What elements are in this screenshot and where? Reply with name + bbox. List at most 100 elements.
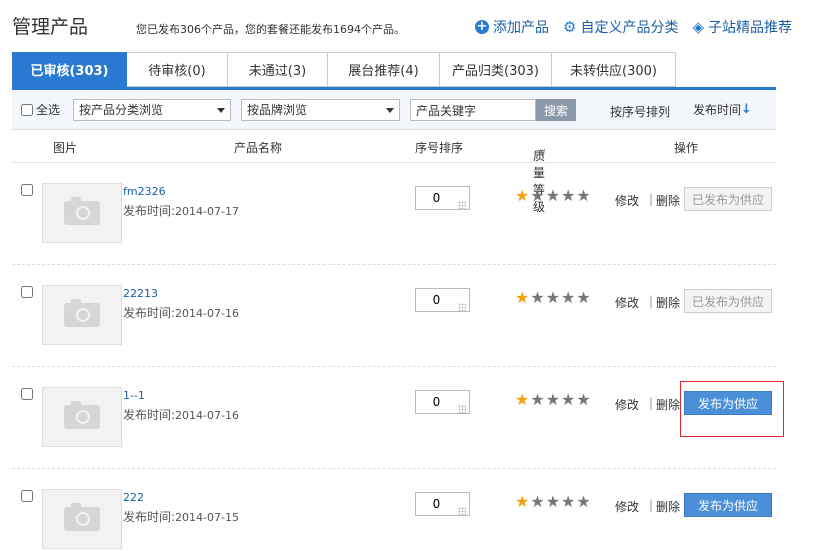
keyword-input[interactable] (410, 99, 536, 121)
star-icon: ★ (545, 492, 561, 511)
col-seq: 序号排序 (415, 141, 464, 155)
product-thumbnail[interactable] (42, 183, 122, 243)
action-separator: | (649, 192, 654, 206)
tab-not-supply[interactable]: 未转供应(300) (552, 52, 676, 87)
category-dropdown[interactable]: 按产品分类浏览 (73, 99, 231, 121)
quality-stars: ★ ★ ★ ★ ★ (515, 392, 591, 408)
row-checkbox[interactable] (21, 490, 33, 502)
star-icon: ★ (545, 390, 561, 409)
delete-link[interactable]: 删除 (656, 192, 680, 209)
star-icon: ★ (576, 288, 591, 307)
quality-stars: ★ ★ ★ ★ ★ (515, 494, 591, 510)
featured-link[interactable]: ◈ 子站精品推荐 (692, 17, 792, 37)
edit-link[interactable]: 修改 (615, 396, 639, 413)
product-thumbnail[interactable] (42, 387, 122, 447)
custom-category-label: 自定义产品分类 (580, 20, 679, 36)
publish-summary: 您已发布306个产品，您的套餐还能发布1694个产品。 (136, 23, 405, 36)
camera-icon (64, 503, 100, 531)
publish-date-value: 2014-07-16 (175, 409, 239, 422)
row-checkbox[interactable] (21, 286, 33, 298)
star-icon: ★ (545, 186, 561, 205)
star-icon: ★ (561, 186, 576, 205)
add-product-label: 添加产品 (493, 20, 549, 36)
tab-classify[interactable]: 产品归类(303) (440, 52, 552, 87)
action-separator: | (649, 498, 654, 512)
publish-supply-button[interactable]: 已发布为供应 (684, 187, 772, 211)
camera-icon (64, 401, 100, 429)
publish-date: 发布时间:2014-07-16 (123, 406, 239, 423)
category-dropdown-label: 按产品分类浏览 (79, 103, 164, 117)
star-icon: ★ (576, 186, 591, 205)
publish-date-label: 发布时间: (123, 204, 176, 218)
col-action: 操作 (674, 141, 699, 155)
plus-circle-icon: + (475, 19, 489, 34)
tab-showcase[interactable]: 展台推荐(4) (328, 52, 440, 87)
brand-dropdown[interactable]: 按品牌浏览 (241, 99, 400, 121)
featured-label: 子站精品推荐 (708, 20, 792, 36)
star-icon: ★ (515, 492, 530, 511)
select-all-checkbox[interactable] (21, 103, 33, 116)
star-icon: ★ (515, 288, 530, 307)
edit-link[interactable]: 修改 (615, 192, 639, 209)
product-thumbnail[interactable] (42, 285, 122, 345)
chevron-down-icon: ∨ (539, 147, 547, 158)
sort-by-time[interactable]: 发布时间 ↓ (693, 101, 752, 118)
status-tabs: 已审核(303) 待审核(0) 未通过(3) 展台推荐(4) 产品归类(303)… (12, 52, 690, 87)
row-checkbox[interactable] (21, 388, 33, 400)
delete-link[interactable]: 删除 (656, 294, 680, 311)
add-product-link[interactable]: + 添加产品 (475, 17, 549, 37)
tab-approved[interactable]: 已审核(303) (12, 52, 127, 87)
tab-pending[interactable]: 待审核(0) (127, 52, 228, 87)
product-name-link[interactable]: 222 (123, 491, 144, 504)
edit-link[interactable]: 修改 (615, 294, 639, 311)
publish-supply-button[interactable]: 已发布为供应 (684, 289, 772, 313)
star-icon: ★ (576, 390, 591, 409)
star-icon: ★ (561, 288, 576, 307)
quality-stars: ★ ★ ★ ★ ★ (515, 188, 591, 204)
brand-dropdown-label: 按品牌浏览 (247, 103, 308, 117)
publish-date-label: 发布时间: (123, 306, 176, 320)
star-icon: ★ (515, 186, 530, 205)
select-all-label: 全选 (36, 103, 61, 117)
quality-stars: ★ ★ ★ ★ ★ (515, 290, 591, 306)
caret-down-icon (217, 108, 225, 113)
star-icon: ★ (561, 492, 576, 511)
star-icon: ★ (561, 390, 576, 409)
table-row: fm2326 发布时间:2014-07-17 ★★★★★ 修改 | 删除 已发布… (12, 163, 776, 265)
star-icon: ★ (530, 186, 545, 205)
delete-link[interactable]: 删除 (656, 498, 680, 515)
publish-date-value: 2014-07-16 (175, 307, 239, 320)
edit-link[interactable]: 修改 (615, 498, 639, 515)
grip-icon (458, 507, 466, 515)
table-row: 222 发布时间:2014-07-15 ★★★★★ 修改 | 删除 发布为供应 (12, 469, 776, 551)
publish-date: 发布时间:2014-07-17 (123, 202, 239, 219)
select-all[interactable]: 全选 (21, 101, 60, 118)
star-icon: ★ (515, 390, 530, 409)
page-header: 管理产品 您已发布306个产品，您的套餐还能发布1694个产品。 + 添加产品 … (12, 12, 792, 42)
col-image: 图片 (53, 141, 78, 155)
delete-link[interactable]: 删除 (656, 396, 680, 413)
star-icon: ★ (530, 390, 545, 409)
table-row: 22213 发布时间:2014-07-16 ★★★★★ 修改 | 删除 已发布为… (12, 265, 776, 367)
action-separator: | (649, 294, 654, 308)
action-separator: | (649, 396, 654, 410)
star-icon: ★ (530, 492, 545, 511)
row-checkbox[interactable] (21, 184, 33, 196)
sort-by-seq[interactable]: 按序号排列 (610, 103, 670, 120)
product-thumbnail[interactable] (42, 489, 122, 549)
table-header: 图片 产品名称 序号排序 质量等级 ∨ 操作 (12, 131, 776, 214)
custom-category-link[interactable]: ⚙ 自定义产品分类 (563, 17, 678, 37)
highlight-annotation (680, 381, 784, 437)
publish-date-value: 2014-07-15 (175, 511, 239, 524)
product-name-link[interactable]: fm2326 (123, 185, 166, 198)
page-title: 管理产品 (12, 16, 89, 38)
product-name-link[interactable]: 22213 (123, 287, 158, 300)
tab-rejected[interactable]: 未通过(3) (228, 52, 328, 87)
product-name-link[interactable]: 1--1 (123, 389, 145, 402)
star-icon: ★ (530, 288, 545, 307)
search-button[interactable]: 搜索 (536, 99, 576, 121)
publish-date-value: 2014-07-17 (175, 205, 239, 218)
table-row: 1--1 发布时间:2014-07-16 ★★★★★ 修改 | 删除 发布为供应 (12, 367, 776, 469)
arrow-down-icon: ↓ (741, 102, 752, 117)
publish-supply-button[interactable]: 发布为供应 (684, 493, 772, 517)
